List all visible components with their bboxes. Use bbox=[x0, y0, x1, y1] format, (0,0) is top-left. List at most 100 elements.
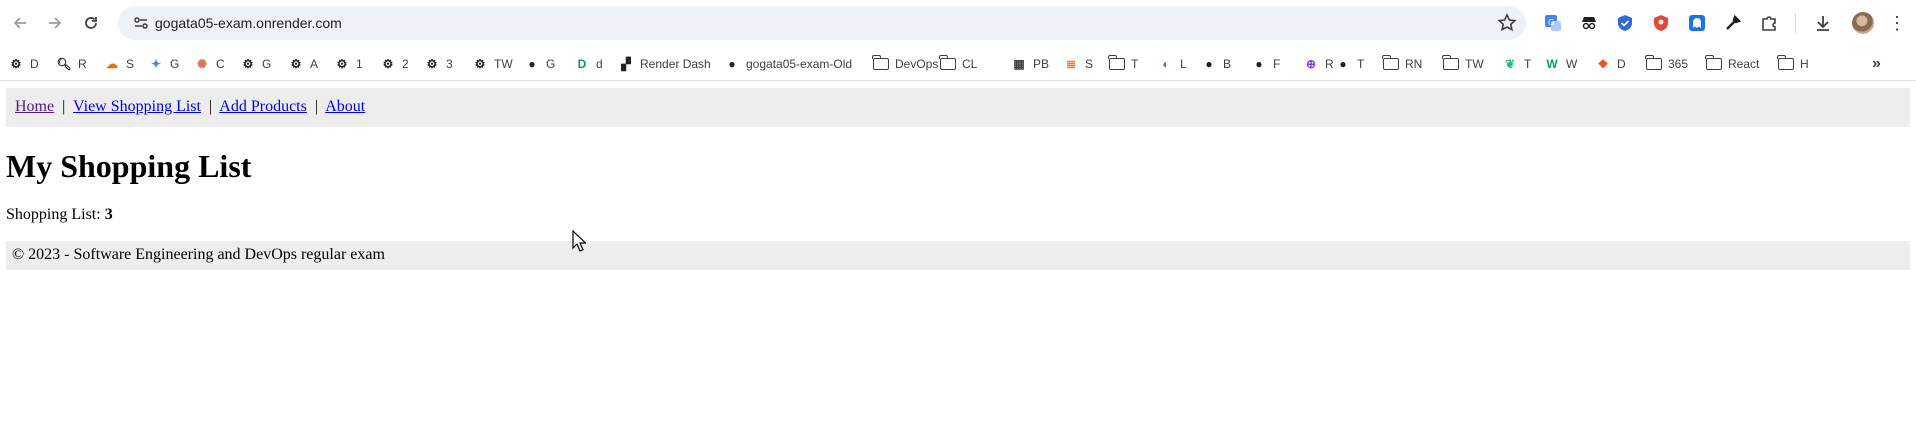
bookmark-item[interactable]: ❦ T bbox=[1502, 54, 1531, 74]
bookmark-item[interactable]: ⚙ D bbox=[8, 54, 39, 74]
figma-icon: ❖ bbox=[1597, 57, 1609, 71]
bookmark-item[interactable]: ☁ S bbox=[104, 54, 134, 74]
bookmark-label: T bbox=[1357, 57, 1365, 71]
eyedropper-extension-icon[interactable] bbox=[1722, 12, 1744, 34]
bookmark-item[interactable]: ● gogata05-exam-Old bbox=[724, 54, 852, 74]
bookmark-item[interactable]: ● T bbox=[1335, 54, 1364, 74]
bookmark-label: H bbox=[1800, 57, 1809, 71]
bookmark-item[interactable]: ● B bbox=[1201, 54, 1231, 74]
toolbar-separator bbox=[1795, 13, 1796, 33]
bookmark-label: 1 bbox=[356, 57, 363, 71]
reload-icon bbox=[85, 17, 97, 29]
bookmark-item[interactable]: ✺ C bbox=[194, 54, 225, 74]
nav-separator: | bbox=[314, 98, 319, 115]
github-icon: ● bbox=[1339, 57, 1347, 71]
reload-button[interactable] bbox=[78, 10, 104, 36]
bookmark-label: d bbox=[596, 57, 603, 71]
bookmark-item[interactable]: React bbox=[1705, 54, 1760, 74]
bookmark-label: React bbox=[1728, 57, 1760, 71]
nav-view-shopping-list-link[interactable]: View Shopping List bbox=[73, 98, 201, 115]
bookmark-item[interactable]: DevOps bbox=[872, 54, 938, 74]
bookmark-label: G bbox=[546, 57, 556, 71]
bookmark-item[interactable]: ⚙ A bbox=[288, 54, 318, 74]
bookmark-label: G bbox=[170, 57, 180, 71]
footer-text: © 2023 - Software Engineering and DevOps… bbox=[12, 246, 385, 263]
folder-icon bbox=[872, 55, 889, 70]
spy-extension-icon[interactable] bbox=[1578, 12, 1600, 34]
folder-icon bbox=[1442, 55, 1459, 70]
search-icon: 🔍︎ bbox=[56, 57, 72, 71]
bookmark-label: RN bbox=[1405, 57, 1423, 71]
nav-about-link[interactable]: About bbox=[325, 98, 365, 115]
nav-add-products-link[interactable]: Add Products bbox=[219, 98, 307, 115]
cloud-icon: ☁ bbox=[106, 57, 118, 71]
folder-icon bbox=[1705, 55, 1722, 70]
bookmark-label: T bbox=[1524, 57, 1532, 71]
page-content: Home | View Shopping List | Add Products… bbox=[0, 82, 1916, 440]
bookmarks-overflow-icon[interactable]: » bbox=[1872, 55, 1881, 73]
bookmark-item[interactable]: ⚙ TW bbox=[472, 54, 513, 74]
svg-text:G: G bbox=[1548, 18, 1554, 27]
bookmark-label: CL bbox=[962, 57, 978, 71]
folder-icon bbox=[1382, 55, 1399, 70]
render-icon: ▞ bbox=[621, 57, 631, 71]
bookmark-label: R bbox=[1325, 57, 1334, 71]
stackoverflow-icon: ≣ bbox=[1065, 57, 1077, 71]
bookmark-item[interactable]: TW bbox=[1442, 54, 1484, 74]
puzzle-extensions-icon[interactable] bbox=[1758, 12, 1780, 34]
download-icon[interactable] bbox=[1812, 12, 1834, 34]
bookmark-item[interactable]: ≣ S bbox=[1063, 54, 1093, 74]
bookmark-item[interactable]: ▞ Render Dash bbox=[618, 54, 710, 74]
bookmark-item[interactable]: ⚙ 2 bbox=[380, 54, 409, 74]
bookmark-item[interactable]: ⊕ R bbox=[1303, 54, 1334, 74]
page-title: My Shopping List bbox=[6, 148, 252, 184]
folder-icon bbox=[1645, 55, 1662, 70]
github-icon: ● bbox=[528, 57, 536, 71]
bookmark-label: A bbox=[310, 57, 319, 71]
bookmark-item[interactable]: H bbox=[1777, 54, 1809, 74]
bookmark-item[interactable]: ❖ D bbox=[1595, 54, 1626, 74]
bookmark-label: D bbox=[1617, 57, 1626, 71]
linear-icon: ◐ bbox=[1162, 57, 1170, 71]
translate-extension-icon[interactable]: G bbox=[1542, 12, 1564, 34]
bookmark-item[interactable]: RN bbox=[1382, 54, 1423, 74]
bookmark-item[interactable]: WW bbox=[1544, 54, 1577, 74]
bookmark-item[interactable]: ● F bbox=[1251, 54, 1280, 74]
forward-button[interactable] bbox=[42, 10, 68, 36]
nav-home-link[interactable]: Home bbox=[15, 98, 54, 115]
bookmark-item[interactable]: Dd bbox=[574, 54, 603, 74]
mouse-cursor-icon bbox=[572, 230, 586, 252]
grid-icon: ▦ bbox=[1013, 57, 1025, 71]
openai-icon: ⚙ bbox=[242, 57, 254, 71]
bookmark-item[interactable]: 🔍︎ R bbox=[56, 54, 86, 74]
openai-icon: ⚙ bbox=[336, 57, 348, 71]
site-settings-icon[interactable] bbox=[132, 14, 150, 32]
nav-separator: | bbox=[62, 98, 66, 115]
red-shield-extension-icon[interactable] bbox=[1650, 12, 1672, 34]
bookmark-item[interactable]: ● G bbox=[524, 54, 555, 74]
bookmark-item[interactable]: CL bbox=[939, 54, 978, 74]
bookmark-item[interactable]: 365 bbox=[1645, 54, 1688, 74]
bookmark-item[interactable]: T bbox=[1108, 54, 1138, 74]
bookmark-item[interactable]: ✦ G bbox=[148, 54, 179, 74]
bookmark-item[interactable]: ⚙ G bbox=[240, 54, 272, 74]
bookmark-item[interactable]: ⚙ 1 bbox=[334, 54, 363, 74]
bookmark-item[interactable]: ◐ L bbox=[1158, 54, 1186, 74]
bookmark-label: F bbox=[1273, 57, 1281, 71]
gemini-icon: ✦ bbox=[150, 57, 162, 71]
openai-icon: ⚙ bbox=[10, 57, 22, 71]
bookmark-item[interactable]: ⚙ 3 bbox=[424, 54, 453, 74]
address-bar[interactable]: gogata05-exam.onrender.com bbox=[118, 6, 1526, 40]
bookmark-label: 2 bbox=[402, 57, 409, 71]
browser-menu-icon[interactable]: ⋮ bbox=[1888, 12, 1906, 34]
bookmark-label: 3 bbox=[446, 57, 453, 71]
shield-extension-icon[interactable] bbox=[1614, 12, 1636, 34]
bookmark-star-icon[interactable] bbox=[1496, 12, 1518, 34]
url-text[interactable]: gogata05-exam.onrender.com bbox=[155, 15, 342, 31]
ghost-extension-icon[interactable] bbox=[1686, 12, 1708, 34]
claude-icon: ✺ bbox=[196, 57, 208, 71]
profile-avatar[interactable] bbox=[1852, 12, 1874, 34]
folder-icon bbox=[1108, 55, 1125, 70]
back-button[interactable] bbox=[7, 10, 33, 36]
bookmark-item[interactable]: ▦ PB bbox=[1011, 54, 1049, 74]
